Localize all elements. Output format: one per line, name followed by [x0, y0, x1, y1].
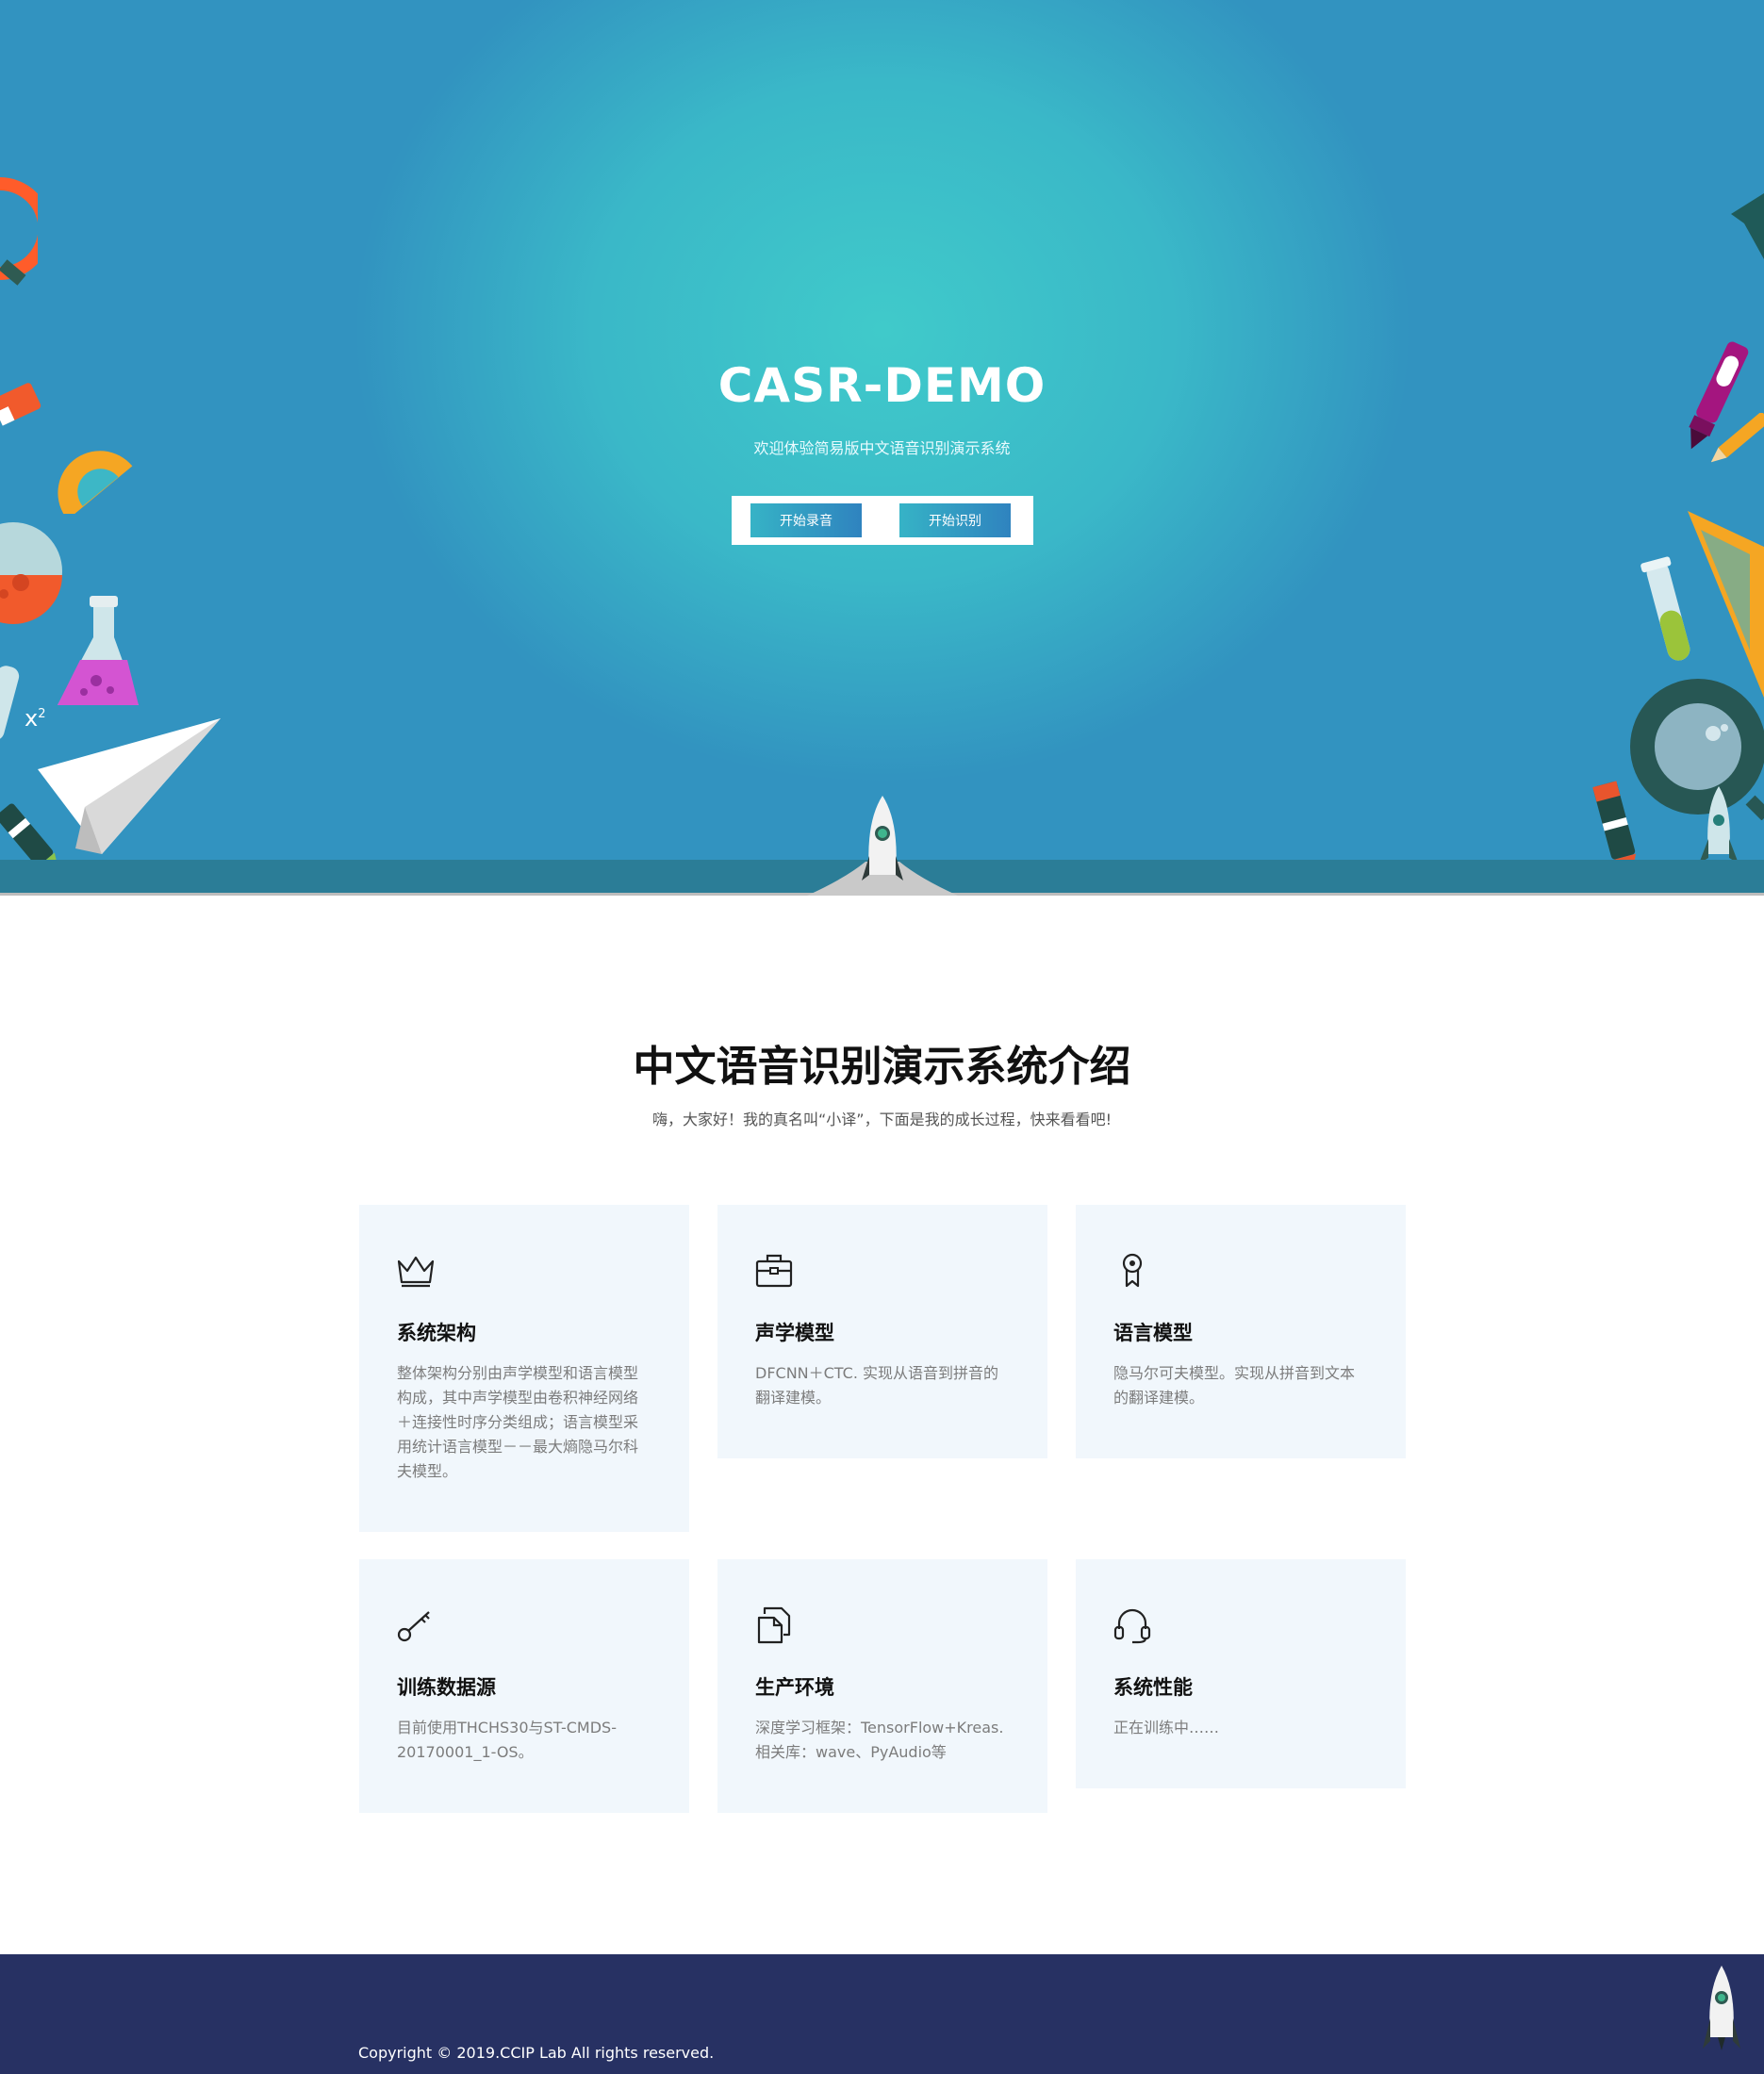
launch-rocket-icon	[807, 796, 958, 896]
card-title: 系统架构	[397, 1322, 476, 1344]
headphones-icon	[1113, 1608, 1151, 1644]
back-to-top-rocket-icon[interactable]	[1701, 1964, 1742, 2054]
feature-card: 系统架构 整体架构分别由声学模型和语言模型构成，其中声学模型由卷积神经网络＋连接…	[359, 1205, 689, 1532]
card-title: 声学模型	[755, 1322, 834, 1344]
left-test-tube-icon	[0, 666, 20, 741]
crown-icon	[397, 1256, 435, 1288]
briefcase-icon	[755, 1254, 793, 1288]
set-square-icon	[1688, 511, 1764, 698]
documents-icon	[757, 1606, 791, 1644]
card-description: 深度学习框架：TensorFlow+Kreas.相关库：wave、PyAudio…	[755, 1719, 1004, 1761]
start-recognition-button[interactable]: 开始识别	[899, 503, 1011, 537]
card-description: 正在训练中……	[1113, 1719, 1220, 1737]
conical-flask-icon	[58, 596, 139, 705]
start-recording-button[interactable]: 开始录音	[750, 503, 862, 537]
feature-card: 声学模型 DFCNN＋CTC. 实现从语音到拼音的翻译建模。	[717, 1205, 1047, 1458]
feature-card: 语言模型 隐马尔可夫模型。实现从拼音到文本的翻译建模。	[1076, 1205, 1406, 1458]
intro-title: 中文语音识别演示系统介绍	[633, 1043, 1131, 1091]
footer: Copyright © 2019.CCIP Lab All rights res…	[0, 1954, 1764, 2074]
copyright-text: Copyright © 2019.CCIP Lab All rights res…	[358, 2044, 715, 2062]
card-title: 训练数据源	[397, 1676, 496, 1699]
right-test-tube-icon	[1640, 556, 1690, 661]
feature-card: 系统性能 正在训练中……	[1076, 1559, 1406, 1788]
card-description: 整体架构分别由声学模型和语言模型构成，其中声学模型由卷积神经网络＋连接性时序分类…	[397, 1364, 639, 1480]
hero-banner: x2 CASR-DEMO 欢迎体验简易版中文语音识别演示系统 开始录音 开始识别	[0, 0, 1764, 896]
stopwatch-icon	[0, 177, 38, 286]
intro-subtitle: 嗨，大家好！我的真名叫“小译”，下面是我的成长过程，快来看看吧!	[652, 1111, 1112, 1128]
card-title: 语言模型	[1113, 1322, 1193, 1344]
feature-card: 生产环境 深度学习框架：TensorFlow+Kreas.相关库：wave、Py…	[717, 1559, 1047, 1813]
key-icon	[397, 1611, 430, 1642]
card-title: 系统性能	[1113, 1676, 1193, 1699]
card-title: 生产环境	[755, 1676, 834, 1699]
card-description: DFCNN＋CTC. 实现从语音到拼音的翻译建模。	[755, 1364, 998, 1407]
award-icon	[1122, 1253, 1143, 1288]
hero-title: CASR-DEMO	[717, 358, 1047, 413]
feature-card: 训练数据源 目前使用THCHS30与ST-CMDS-20170001_1-OS。	[359, 1559, 689, 1813]
right-star-icon	[1731, 193, 1764, 259]
card-description: 隐马尔可夫模型。实现从拼音到文本的翻译建模。	[1113, 1364, 1356, 1407]
hero-button-panel: 开始录音 开始识别	[732, 496, 1033, 545]
hero-subtitle: 欢迎体验简易版中文语音识别演示系统	[753, 439, 1011, 457]
card-description: 目前使用THCHS30与ST-CMDS-20170001_1-OS。	[397, 1719, 617, 1761]
